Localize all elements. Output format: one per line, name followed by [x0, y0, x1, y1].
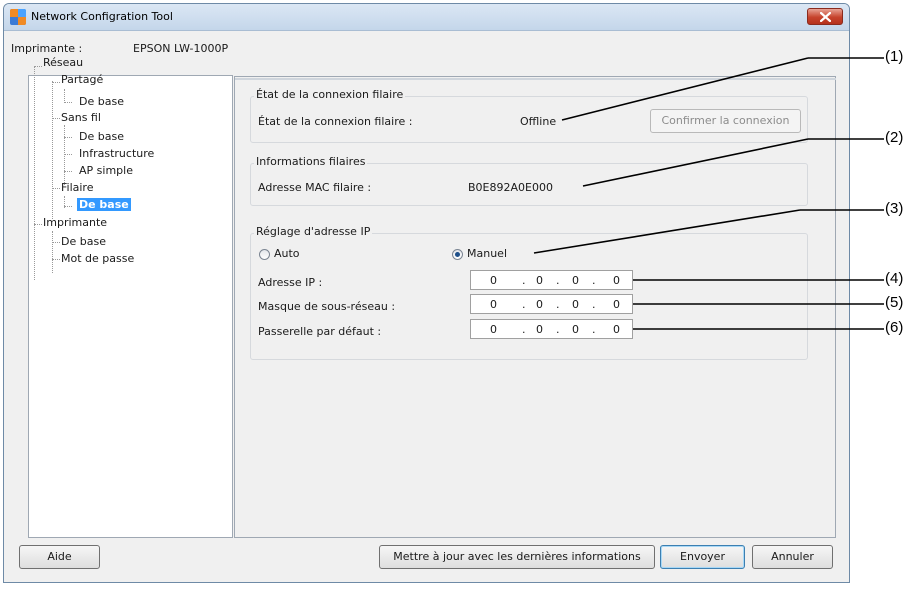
callout-2: (2): [885, 129, 904, 146]
callout-1: (1): [885, 48, 904, 65]
callout-4: (4): [885, 270, 904, 287]
callout-lines: [533, 57, 884, 330]
callout-5: (5): [885, 294, 904, 311]
callout-3: (3): [885, 200, 904, 217]
callout-6: (6): [885, 319, 904, 336]
